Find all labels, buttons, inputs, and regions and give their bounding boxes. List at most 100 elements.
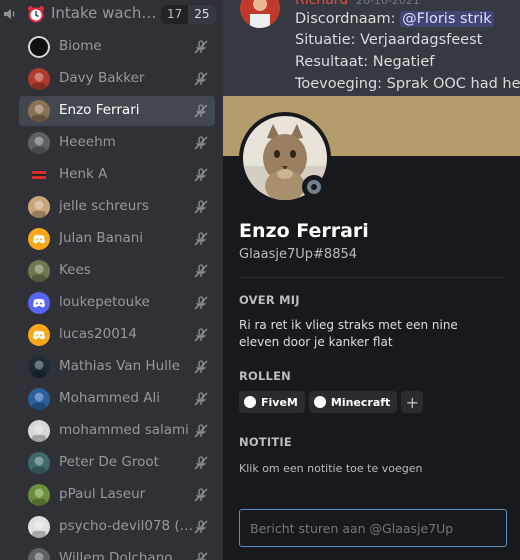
member-row[interactable]: jelle schreurs [19,192,215,222]
microphone-muted-icon [193,519,209,535]
black-ring-avatar [28,36,50,58]
green-photo-avatar [28,260,50,282]
message-timestamp: 26-10-2021 [356,0,420,7]
message-line: Discordnaam: @Floris strik [295,11,494,27]
microphone-muted-icon [193,39,209,55]
member-row[interactable]: Enzo Ferrari [19,96,215,126]
microphone-muted-icon [193,231,209,247]
member-row[interactable]: Kees [19,256,215,286]
about-me-heading: OVER MIJ [239,293,300,307]
role-pill-minecraft[interactable]: Minecraft [308,391,398,413]
plus-icon: + [405,392,419,412]
flag-avatar [28,164,50,186]
microphone-muted-icon [193,551,209,560]
user-profile-popout: Enzo Ferrari Glaasje7Up#8854 OVER MIJ Ri… [223,96,520,560]
member-row[interactable]: Julan Banani [19,224,215,254]
profile-display-name: Enzo Ferrari [239,220,369,242]
message-line: Resultaat: Negatief [295,54,435,70]
user-count: 17 [161,5,189,24]
microphone-muted-icon [193,103,209,119]
member-name: Willem Dolchano [59,550,173,560]
microphone-muted-icon [193,199,209,215]
member-row[interactable]: lucas20014 [19,320,215,350]
microphone-muted-icon [193,487,209,503]
member-row[interactable]: Peter De Groot [19,448,215,478]
alarm-clock-icon [28,6,44,23]
note-heading: NOTITIE [239,435,292,449]
speaker-icon [4,9,15,19]
voice-channel-header[interactable]: Intake wachtkamer 17 25 [0,0,223,30]
message-line: Toevoeging: Sprak OOC had het n [295,76,520,92]
cat-avatar [28,100,50,122]
member-name: Mohammed Ali [59,390,160,406]
microphone-muted-icon [193,167,209,183]
microphone-muted-icon [193,391,209,407]
member-name: pPaul Laseur [59,486,146,502]
microphone-muted-icon [193,423,209,439]
teeth-avatar [28,420,50,442]
role-pill-fivem[interactable]: FiveM [239,391,305,413]
member-row[interactable]: loukepetouke [19,288,215,318]
role-color-dot [313,396,326,408]
dog-avatar [28,196,50,218]
direct-message-input-box [239,509,507,547]
member-name: mohammed salami [59,422,189,438]
direct-message-input[interactable] [240,510,506,546]
member-name: jelle schreurs [59,198,149,214]
gray-photo-avatar [28,132,50,154]
about-me-text: Ri ra ret ik vlieg straks met een nine e… [239,318,458,349]
member-name: Biome [59,38,102,54]
gray-photo-avatar [28,548,50,560]
message-author[interactable]: Richard [295,0,348,8]
microphone-muted-icon [193,71,209,87]
voice-member-list: Intake wachtkamer 17 25 Biome Davy Bakker… [0,0,223,560]
teal-photo-avatar [28,452,50,474]
microphone-muted-icon [193,295,209,311]
profile-divider [239,277,505,278]
message-author-avatar[interactable] [240,0,280,28]
voice-channel-title: Intake wachtkamer [51,4,161,22]
member-name: Enzo Ferrari [59,102,140,118]
member-name: Kees [59,262,91,278]
user-mention[interactable]: @Floris strik [400,11,494,27]
member-name: Julan Banani [59,230,144,246]
profile-avatar-frame [239,112,331,204]
red-person-avatar [28,68,50,90]
discord-orange-avatar [28,324,50,346]
member-row[interactable]: Mathias Van Hulle [19,352,215,382]
dark-photo-avatar [28,356,50,378]
message-line: Situatie: Verjaardagsfeest [295,32,483,48]
microphone-muted-icon [193,327,209,343]
member-row[interactable]: Davy Bakker [19,64,215,94]
member-row[interactable]: pPaul Laseur [19,480,215,510]
microphone-muted-icon [193,359,209,375]
profile-username-tag: Glaasje7Up#8854 [239,247,358,262]
user-limit: 25 [188,5,216,24]
note-field[interactable]: Klik om een notitie toe te voegen [239,462,422,475]
member-name: Mathias Van Hulle [59,358,180,374]
member-row[interactable]: Biome [19,32,215,62]
member-row[interactable]: Heeehm [19,128,215,158]
blue-photo-avatar [28,388,50,410]
add-role-button[interactable]: + [401,391,424,413]
roles-heading: ROLLEN [239,369,291,383]
roles-list: FiveM Minecraft + [239,391,424,413]
member-name: loukepetouke [59,294,150,310]
microphone-muted-icon [193,263,209,279]
role-color-dot [244,396,256,408]
member-name: Henk A [59,166,108,182]
member-row[interactable]: psycho-devil078 (gl... [19,512,215,542]
member-name: lucas20014 [59,326,137,342]
microphone-muted-icon [193,455,209,471]
member-name: psycho-devil078 (gl... [59,518,194,534]
member-name: Peter De Groot [59,454,159,470]
member-row[interactable]: Mohammed Ali [19,384,215,414]
member-row[interactable]: Henk A [19,160,215,190]
member-name: Davy Bakker [59,70,145,86]
discord-orange-avatar [28,228,50,250]
microphone-muted-icon [193,135,209,151]
frog-avatar [28,484,50,506]
member-name: Heeehm [59,134,116,150]
member-row[interactable]: mohammed salami [19,416,215,446]
member-row[interactable]: Willem Dolchano [19,544,215,560]
